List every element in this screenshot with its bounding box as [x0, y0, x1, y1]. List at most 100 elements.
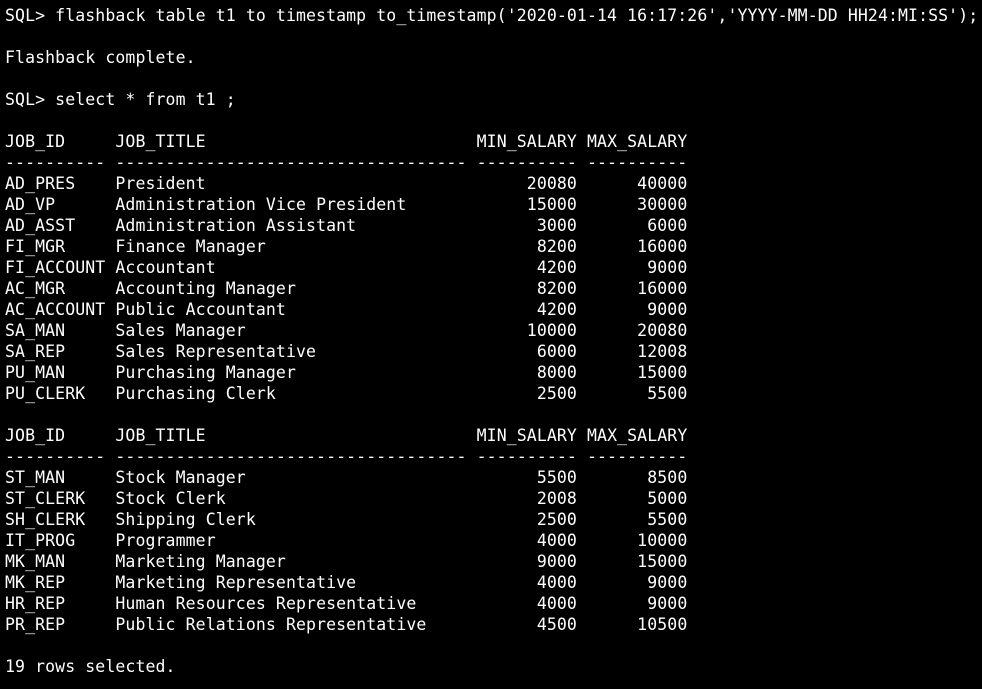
- cell-min-salary: 4000: [476, 531, 577, 550]
- column-header-row: JOB_ID JOB_TITLE MIN_SALARY MAX_SALARY: [5, 131, 980, 152]
- cell-max-salary: 9000: [587, 300, 688, 319]
- cell-job-title: Marketing Manager: [115, 552, 467, 571]
- cell-job-id: SA_REP: [5, 342, 106, 361]
- cell-min-salary: 8000: [476, 363, 577, 382]
- cell-job-title: Administration Vice President: [115, 195, 467, 214]
- cell-job-title: Accounting Manager: [115, 279, 467, 298]
- cell-max-salary: 30000: [587, 195, 688, 214]
- cell-job-id: SH_CLERK: [5, 510, 106, 529]
- terminal-window[interactable]: SQL> flashback table t1 to timestamp to_…: [5, 5, 980, 685]
- cell-min-salary: 4200: [476, 300, 577, 319]
- table-row: PR_REP Public Relations Representative 4…: [5, 614, 980, 635]
- cell-max-salary: 10000: [587, 531, 688, 550]
- cell-job-id: AC_ACCOUNT: [5, 300, 106, 319]
- cell-job-title: Marketing Representative: [115, 573, 467, 592]
- table-row: PU_MAN Purchasing Manager 8000 15000: [5, 362, 980, 383]
- cell-job-id: FI_MGR: [5, 237, 106, 256]
- table-row: AD_ASST Administration Assistant 3000 60…: [5, 215, 980, 236]
- cell-job-title: Purchasing Clerk: [115, 384, 467, 403]
- cell-job-title: Finance Manager: [115, 237, 467, 256]
- cell-max-salary: 15000: [587, 363, 688, 382]
- cell-job-title: Sales Manager: [115, 321, 467, 340]
- table-row: FI_ACCOUNT Accountant 4200 9000: [5, 257, 980, 278]
- cell-job-id: MK_MAN: [5, 552, 106, 571]
- cell-max-salary: 5500: [587, 510, 688, 529]
- result-rows: AD_PRES President 20080 40000 AD_VP Admin…: [5, 173, 980, 404]
- table-row: SA_REP Sales Representative 6000 12008: [5, 341, 980, 362]
- cell-max-salary: 16000: [587, 279, 688, 298]
- flashback-command-line: SQL> flashback table t1 to timestamp to_…: [5, 5, 980, 26]
- cell-min-salary: 2500: [476, 510, 577, 529]
- cell-min-salary: 10000: [476, 321, 577, 340]
- cell-max-salary: 9000: [587, 594, 688, 613]
- sql-prompt: SQL>: [5, 6, 56, 25]
- table-row: AD_PRES President 20080 40000: [5, 173, 980, 194]
- cell-job-title: Sales Representative: [115, 342, 467, 361]
- cell-max-salary: 20080: [587, 321, 688, 340]
- cell-job-id: PR_REP: [5, 615, 106, 634]
- cell-max-salary: 9000: [587, 573, 688, 592]
- cell-job-id: FI_ACCOUNT: [5, 258, 106, 277]
- table-row: FI_MGR Finance Manager 8200 16000: [5, 236, 980, 257]
- table-row: ST_CLERK Stock Clerk 2008 5000: [5, 488, 980, 509]
- cell-max-salary: 8500: [587, 468, 688, 487]
- table-row: AC_MGR Accounting Manager 8200 16000: [5, 278, 980, 299]
- cell-max-salary: 12008: [587, 342, 688, 361]
- cell-job-title: Shipping Clerk: [115, 510, 467, 529]
- column-header-row: JOB_ID JOB_TITLE MIN_SALARY MAX_SALARY: [5, 425, 980, 446]
- cell-min-salary: 6000: [476, 342, 577, 361]
- select-command: select * from t1 ;: [55, 90, 236, 109]
- col-header-job-id: JOB_ID: [5, 426, 106, 445]
- cell-min-salary: 4000: [476, 594, 577, 613]
- cell-job-title: Stock Clerk: [115, 489, 467, 508]
- cell-max-salary: 9000: [587, 258, 688, 277]
- cell-max-salary: 40000: [587, 174, 688, 193]
- cell-min-salary: 2500: [476, 384, 577, 403]
- cell-job-id: AD_PRES: [5, 174, 106, 193]
- table-row: SH_CLERK Shipping Clerk 2500 5500: [5, 509, 980, 530]
- cell-job-id: ST_CLERK: [5, 489, 106, 508]
- cell-max-salary: 10500: [587, 615, 688, 634]
- cell-max-salary: 5500: [587, 384, 688, 403]
- result-page-2: JOB_ID JOB_TITLE MIN_SALARY MAX_SALARY -…: [5, 425, 980, 635]
- cell-job-title: Human Resources Representative: [115, 594, 467, 613]
- cell-min-salary: 2008: [476, 489, 577, 508]
- cell-min-salary: 9000: [476, 552, 577, 571]
- result-page-1: JOB_ID JOB_TITLE MIN_SALARY MAX_SALARY -…: [5, 131, 980, 404]
- col-header-min-salary: MIN_SALARY: [476, 132, 577, 151]
- col-header-max-salary: MAX_SALARY: [587, 426, 688, 445]
- cell-max-salary: 6000: [587, 216, 688, 235]
- table-row: HR_REP Human Resources Representative 40…: [5, 593, 980, 614]
- cell-max-salary: 5000: [587, 489, 688, 508]
- cell-min-salary: 4000: [476, 573, 577, 592]
- result-rows: ST_MAN Stock Manager 5500 8500 ST_CLERK S…: [5, 467, 980, 635]
- cell-max-salary: 15000: [587, 552, 688, 571]
- cell-job-id: SA_MAN: [5, 321, 106, 340]
- col-header-max-salary: MAX_SALARY: [587, 132, 688, 151]
- table-row: SA_MAN Sales Manager 10000 20080: [5, 320, 980, 341]
- flashback-result: Flashback complete.: [5, 48, 196, 67]
- cell-job-id: ST_MAN: [5, 468, 106, 487]
- cell-job-title: Public Relations Representative: [115, 615, 467, 634]
- select-command-line: SQL> select * from t1 ;: [5, 89, 980, 110]
- table-row: AD_VP Administration Vice President 1500…: [5, 194, 980, 215]
- cell-job-title: Accountant: [115, 258, 467, 277]
- table-row: AC_ACCOUNT Public Accountant 4200 9000: [5, 299, 980, 320]
- cell-min-salary: 8200: [476, 237, 577, 256]
- table-row: MK_MAN Marketing Manager 9000 15000: [5, 551, 980, 572]
- cell-job-id: HR_REP: [5, 594, 106, 613]
- cell-min-salary: 4500: [476, 615, 577, 634]
- cell-job-id: AD_VP: [5, 195, 106, 214]
- cell-min-salary: 20080: [476, 174, 577, 193]
- cell-job-id: PU_CLERK: [5, 384, 106, 403]
- cell-max-salary: 16000: [587, 237, 688, 256]
- col-header-job-title: JOB_TITLE: [115, 132, 467, 151]
- table-row: MK_REP Marketing Representative 4000 900…: [5, 572, 980, 593]
- cell-min-salary: 8200: [476, 279, 577, 298]
- flashback-command: flashback table t1 to timestamp to_times…: [55, 6, 979, 25]
- col-header-job-title: JOB_TITLE: [115, 426, 467, 445]
